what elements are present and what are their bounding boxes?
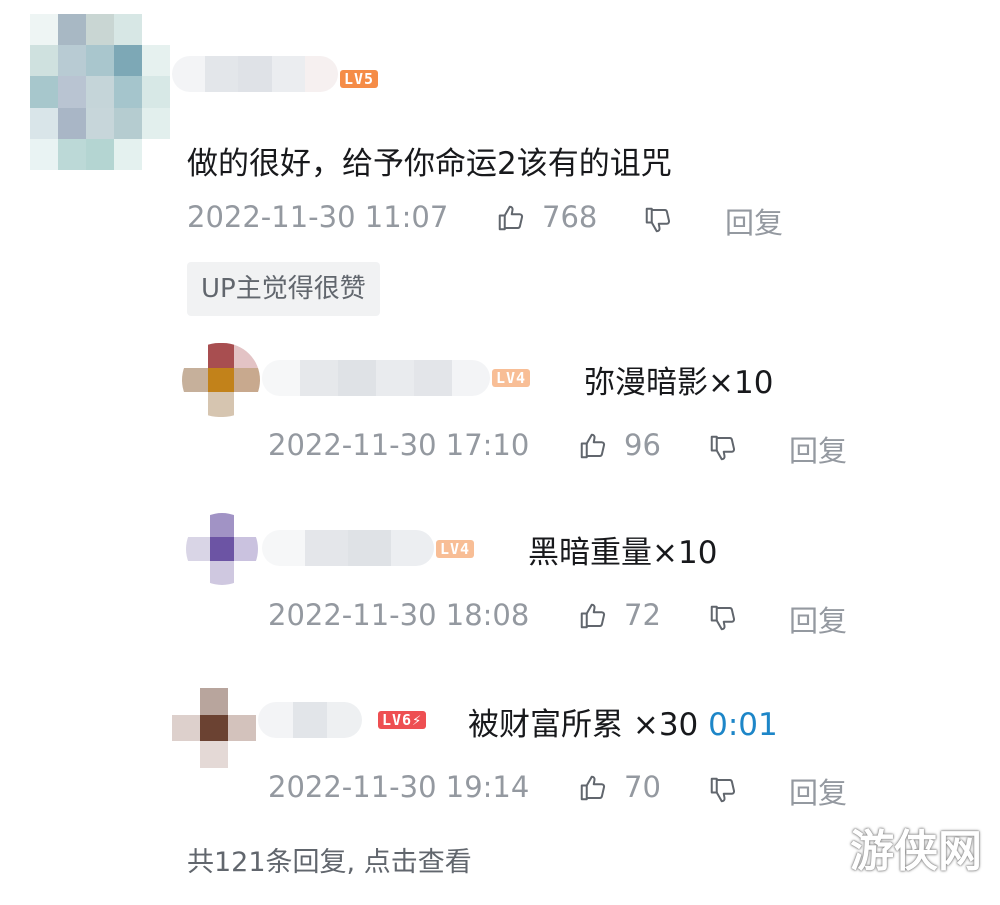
avatar[interactable] [172, 688, 256, 768]
like-icon[interactable] [578, 773, 608, 803]
reply-button[interactable]: 回复 [725, 200, 783, 242]
level-badge: LV5 [340, 70, 379, 88]
level-badge: LV4 [436, 540, 475, 558]
reply-time: 2022-11-30 17:10 [268, 428, 530, 462]
reply-text: 黑暗重量×10 [528, 535, 718, 571]
username-blurred[interactable] [262, 530, 434, 566]
dislike-icon[interactable] [643, 205, 673, 235]
like-icon[interactable] [578, 601, 608, 631]
reply-button[interactable]: 回复 [789, 598, 847, 640]
reply-time: 2022-11-30 18:08 [268, 598, 530, 632]
comment-text: 做的很好，给予你命运2该有的诅咒 [187, 146, 672, 182]
reply-time: 2022-11-30 19:14 [268, 770, 530, 804]
username-blurred[interactable] [258, 702, 362, 738]
reply-text: 弥漫暗影×10 [584, 365, 774, 401]
like-icon[interactable] [496, 203, 526, 233]
level-badge: LV6⚡ [378, 711, 427, 729]
username-blurred[interactable] [172, 56, 338, 92]
watermark: 游侠网 [850, 826, 982, 877]
reply-text-body: 被财富所累 ×30 [468, 707, 709, 743]
dislike-icon[interactable] [708, 433, 738, 463]
like-icon[interactable] [578, 431, 608, 461]
like-count: 72 [624, 598, 661, 632]
reply-button[interactable]: 回复 [789, 428, 847, 470]
avatar[interactable] [30, 14, 170, 170]
avatar[interactable] [182, 343, 260, 417]
view-more-replies[interactable]: 共121条回复, 点击查看 [187, 840, 472, 879]
like-count: 768 [542, 200, 598, 234]
dislike-icon[interactable] [708, 603, 738, 633]
reply-text: 被财富所累 ×30 0:01 [468, 699, 778, 744]
like-count: 70 [624, 770, 661, 804]
reply-button[interactable]: 回复 [789, 770, 847, 812]
up-liked-badge: UP主觉得很赞 [187, 262, 380, 316]
dislike-icon[interactable] [708, 775, 738, 805]
level-badge: LV4 [492, 369, 531, 387]
timestamp-link[interactable]: 0:01 [708, 707, 778, 743]
avatar[interactable] [186, 513, 258, 585]
comment-time: 2022-11-30 11:07 [187, 200, 449, 234]
like-count: 96 [624, 428, 661, 462]
username-blurred[interactable] [262, 360, 490, 396]
